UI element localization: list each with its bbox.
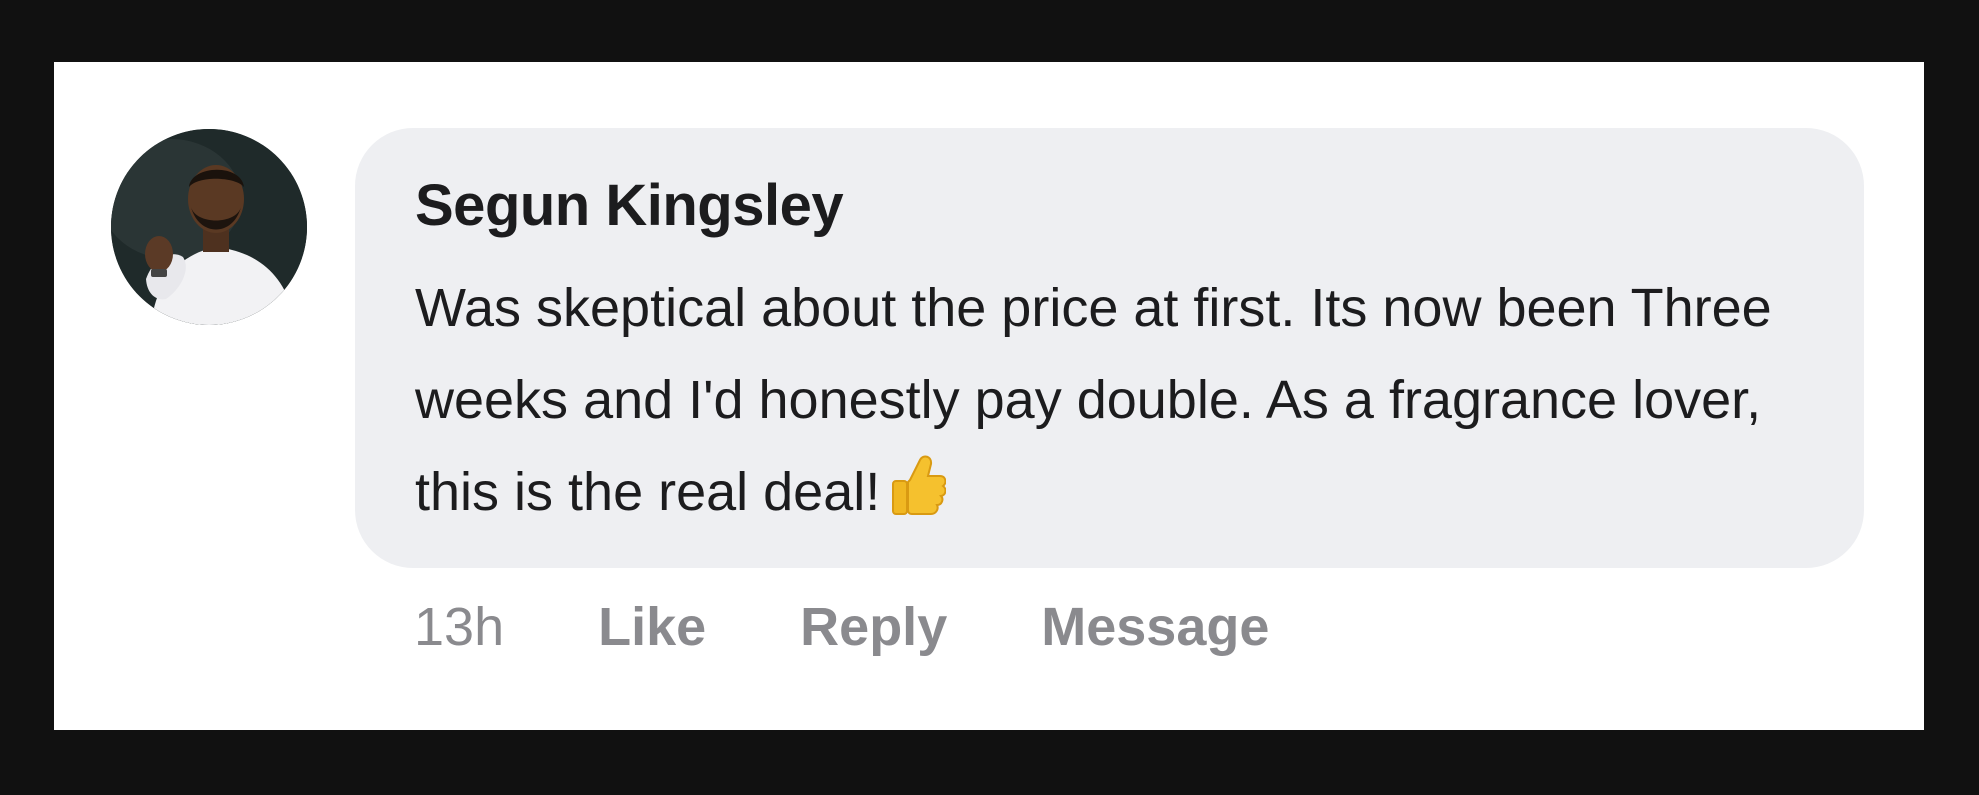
author-name[interactable]: Segun Kingsley — [415, 172, 844, 239]
thumbs-up-icon — [890, 452, 947, 544]
comment-actions: 13h Like Reply Message — [414, 596, 1269, 658]
comment-body: Was skeptical about the price at first. … — [415, 262, 1835, 544]
message-button[interactable]: Message — [1041, 596, 1269, 658]
comment-bubble: Segun Kingsley Was skeptical about the p… — [355, 128, 1864, 568]
avatar-photo — [111, 129, 307, 325]
comment-card: Segun Kingsley Was skeptical about the p… — [54, 62, 1924, 730]
avatar[interactable] — [111, 129, 307, 325]
reply-button[interactable]: Reply — [800, 596, 947, 658]
like-button[interactable]: Like — [598, 596, 706, 658]
timestamp[interactable]: 13h — [414, 596, 504, 658]
comment-text: Was skeptical about the price at first. … — [415, 278, 1772, 522]
